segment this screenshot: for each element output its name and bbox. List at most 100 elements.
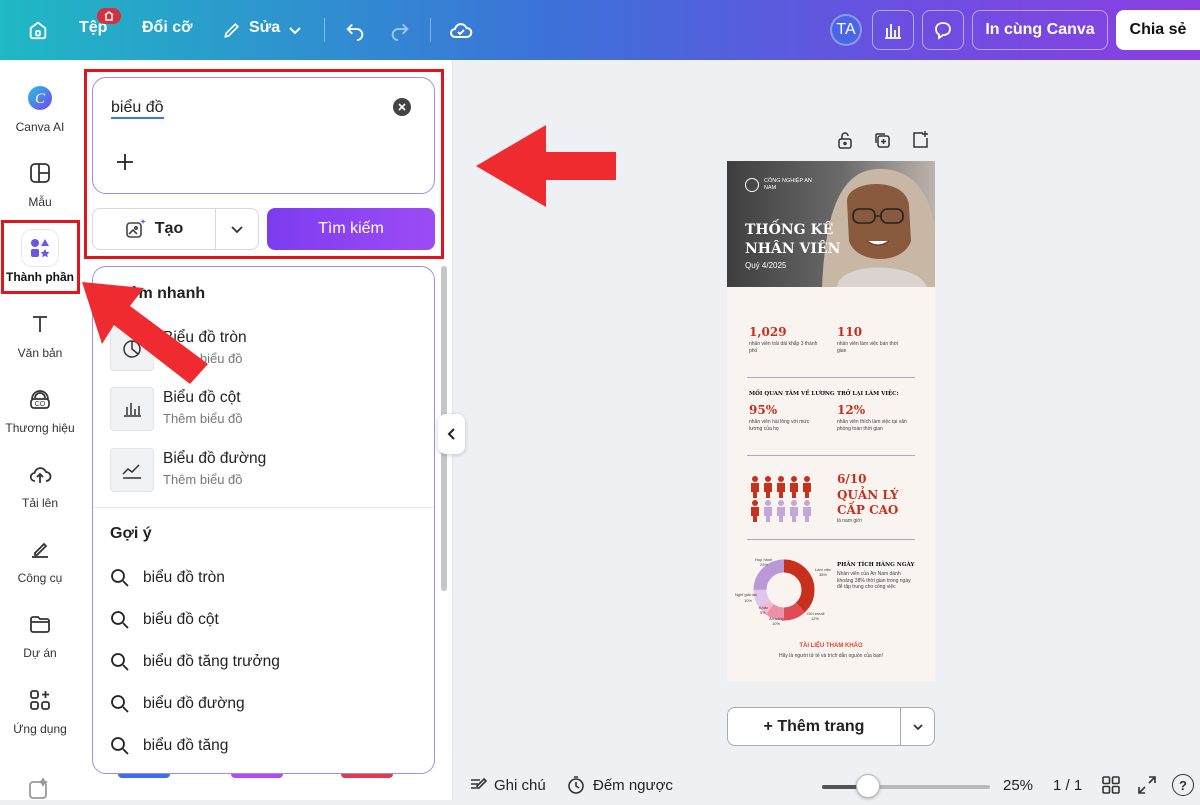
suggestion-item[interactable]: biểu đồ đường (110, 690, 430, 718)
magic-media-icon[interactable] (28, 776, 50, 805)
donut-value: 38% (819, 572, 828, 577)
sidebar-item-label: Canva AI (15, 120, 65, 134)
donut-value: 25% (760, 562, 769, 567)
mgmt-line1: QUẢN LÝ (837, 488, 899, 502)
suggestion-item[interactable]: biểu đồ tròn (110, 564, 430, 592)
add-page-button[interactable]: + Thêm trang (727, 707, 901, 746)
sidebar-item-text[interactable]: Văn bản (0, 306, 80, 360)
stat1-value: 1,029 (749, 325, 787, 339)
add-page-options-button[interactable] (900, 707, 935, 746)
sidebar-item-label: Mẫu (28, 195, 52, 209)
search-icon (111, 695, 129, 713)
timer-icon[interactable] (566, 775, 586, 800)
divider (747, 539, 915, 540)
cloud-saved-icon[interactable] (447, 16, 475, 44)
search-icon (111, 737, 129, 755)
suggestion-label: biểu đồ đường (143, 695, 245, 712)
plus-icon[interactable] (116, 153, 134, 176)
quick-add-sub: Thêm biểu đồ (163, 472, 243, 487)
pencil-icon[interactable] (218, 16, 246, 44)
generate-options-button[interactable] (216, 208, 259, 250)
folder-icon (22, 606, 58, 642)
bar-chart-icon (885, 24, 901, 39)
sidebar-item-label: Tải lên (21, 496, 59, 510)
page-counter[interactable]: 1 / 1 (1053, 777, 1082, 794)
home-icon[interactable] (24, 16, 52, 44)
suggestion-item[interactable]: biểu đồ tăng (110, 732, 430, 760)
sidebar-item-label: Dự án (23, 646, 57, 660)
analytics-button[interactable] (872, 10, 914, 50)
search-button[interactable]: Tìm kiếm (267, 208, 435, 250)
grid-view-icon[interactable] (1102, 776, 1120, 799)
fullscreen-icon[interactable] (1138, 776, 1156, 799)
sidebar-item-templates[interactable]: Mẫu (0, 155, 80, 209)
sidebar-item-apps[interactable]: Ứng dụng (0, 682, 80, 736)
chevron-down-icon[interactable] (281, 16, 309, 44)
search-input[interactable]: biểu đồ (92, 77, 435, 194)
ref-title: TÀI LIỆU THAM KHẢO (799, 643, 863, 649)
comment-button[interactable] (922, 10, 964, 50)
quick-add-bar-chart[interactable]: Biểu đồ cột Thêm biểu đồ (110, 387, 430, 437)
design-quarter: Quý 4/2025 (745, 261, 787, 270)
svg-text:C: C (35, 91, 46, 107)
search-results: Thêm nhanh Biểu đồ tròn Thêm biểu đồ Biể… (92, 266, 435, 774)
ref-desc: Hãy là người tử tế và trích dẫn nguồn củ… (779, 653, 883, 659)
design-page[interactable]: CÔNG NGHIỆP AN NAM THỐNG KÊ NHÂN VIÊN Qu… (727, 161, 935, 681)
generate-label: Tạo (154, 220, 184, 237)
share-button[interactable]: Chia sẻ (1116, 10, 1200, 50)
generate-button[interactable]: Tạo (92, 208, 216, 250)
left-sidebar: C Canva AI Mẫu Thành phần Văn bản CO Thư… (0, 60, 80, 800)
print-button[interactable]: In cùng Canva (972, 10, 1108, 50)
resize-menu[interactable]: Đổi cỡ (142, 19, 193, 37)
zoom-slider-handle[interactable] (856, 774, 880, 798)
sidebar-item-canva-ai[interactable]: C Canva AI (0, 80, 80, 134)
suggestion-item[interactable]: biểu đồ cột (110, 606, 430, 634)
clear-icon[interactable] (393, 98, 411, 116)
undo-icon[interactable] (341, 16, 369, 44)
people-pictogram (751, 476, 811, 522)
donut-value: 12% (811, 616, 820, 621)
timer-button[interactable]: Đếm ngược (593, 777, 673, 794)
stat3-value: 95% (749, 403, 778, 417)
zoom-level[interactable]: 25% (1003, 777, 1033, 794)
bar-chart-icon (110, 387, 154, 431)
donut-label: Nghỉ giải lao (735, 592, 758, 597)
sidebar-item-projects[interactable]: Dự án (0, 606, 80, 660)
chevron-left-icon (447, 428, 455, 440)
edit-menu[interactable]: Sửa (249, 19, 280, 37)
daily-title: PHÂN TÍCH HÀNG NGÀY (837, 562, 915, 568)
add-page-icon[interactable] (911, 131, 929, 149)
divider (430, 18, 431, 42)
stat2-value: 110 (837, 325, 863, 339)
apps-icon (22, 682, 58, 718)
lock-icon[interactable] (836, 131, 854, 149)
design-title-line1: THỐNG KÊ (745, 222, 834, 238)
sidebar-item-tools[interactable]: Công cụ (0, 531, 80, 585)
sidebar-item-elements[interactable]: Thành phần (0, 230, 80, 284)
help-icon[interactable]: ? (1172, 774, 1194, 796)
avatar[interactable]: TA (830, 14, 862, 46)
hero-banner: CÔNG NGHIỆP AN NAM THỐNG KÊ NHÂN VIÊN Qu… (727, 161, 935, 287)
suggestion-label: biểu đồ tròn (143, 569, 225, 586)
thumbnail-peek (341, 774, 393, 778)
suggestion-label: biểu đồ tăng trưởng (143, 653, 280, 670)
collapse-panel-button[interactable] (438, 414, 465, 454)
redo-icon[interactable] (386, 16, 414, 44)
elements-icon (22, 230, 58, 266)
chevron-down-icon (912, 723, 923, 730)
template-icon (22, 155, 58, 191)
donut-value: 5% (760, 610, 766, 615)
suggestion-item[interactable]: biểu đồ tăng trưởng (110, 648, 430, 676)
quick-add-sub: Thêm biểu đồ (163, 351, 243, 366)
sidebar-item-label: Công cụ (17, 571, 63, 585)
search-icon (111, 611, 129, 629)
design-title-line2: NHÂN VIÊN (745, 241, 841, 257)
sidebar-item-uploads[interactable]: Tải lên (0, 456, 80, 510)
notes-icon[interactable] (468, 775, 488, 800)
quick-add-pie-chart[interactable]: Biểu đồ tròn Thêm biểu đồ (110, 327, 430, 377)
search-icon (111, 569, 129, 587)
duplicate-page-icon[interactable] (873, 131, 891, 149)
sidebar-item-brand[interactable]: CO Thương hiệu (0, 381, 80, 435)
quick-add-line-chart[interactable]: Biểu đồ đường Thêm biểu đồ (110, 448, 430, 498)
notes-button[interactable]: Ghi chú (494, 777, 546, 794)
